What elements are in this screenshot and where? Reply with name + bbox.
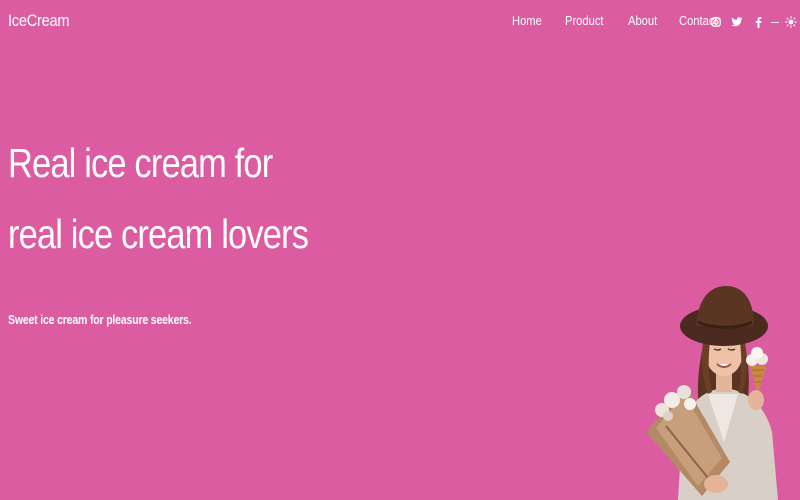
top-navigation: IceCream Home Product About Contact	[0, 0, 800, 44]
nav-link-home[interactable]: Home	[512, 12, 542, 30]
hero-title: Real ice cream for real ice cream lovers	[8, 140, 309, 257]
nav-link-about[interactable]: About	[628, 12, 657, 30]
twitter-icon[interactable]	[731, 16, 743, 28]
divider	[771, 21, 779, 23]
sun-icon[interactable]	[785, 16, 797, 28]
nav-links: Home Product About Contact	[512, 12, 742, 30]
facebook-icon[interactable]	[752, 16, 764, 28]
nav-link-product[interactable]: Product	[565, 12, 604, 30]
hero-subtitle: Sweet ice cream for pleasure seekers.	[8, 313, 192, 327]
brand-logo[interactable]: IceCream	[8, 10, 70, 32]
instagram-icon[interactable]	[710, 16, 722, 28]
social-and-theme	[710, 14, 800, 30]
woman-with-ice-cream-image	[646, 286, 778, 500]
